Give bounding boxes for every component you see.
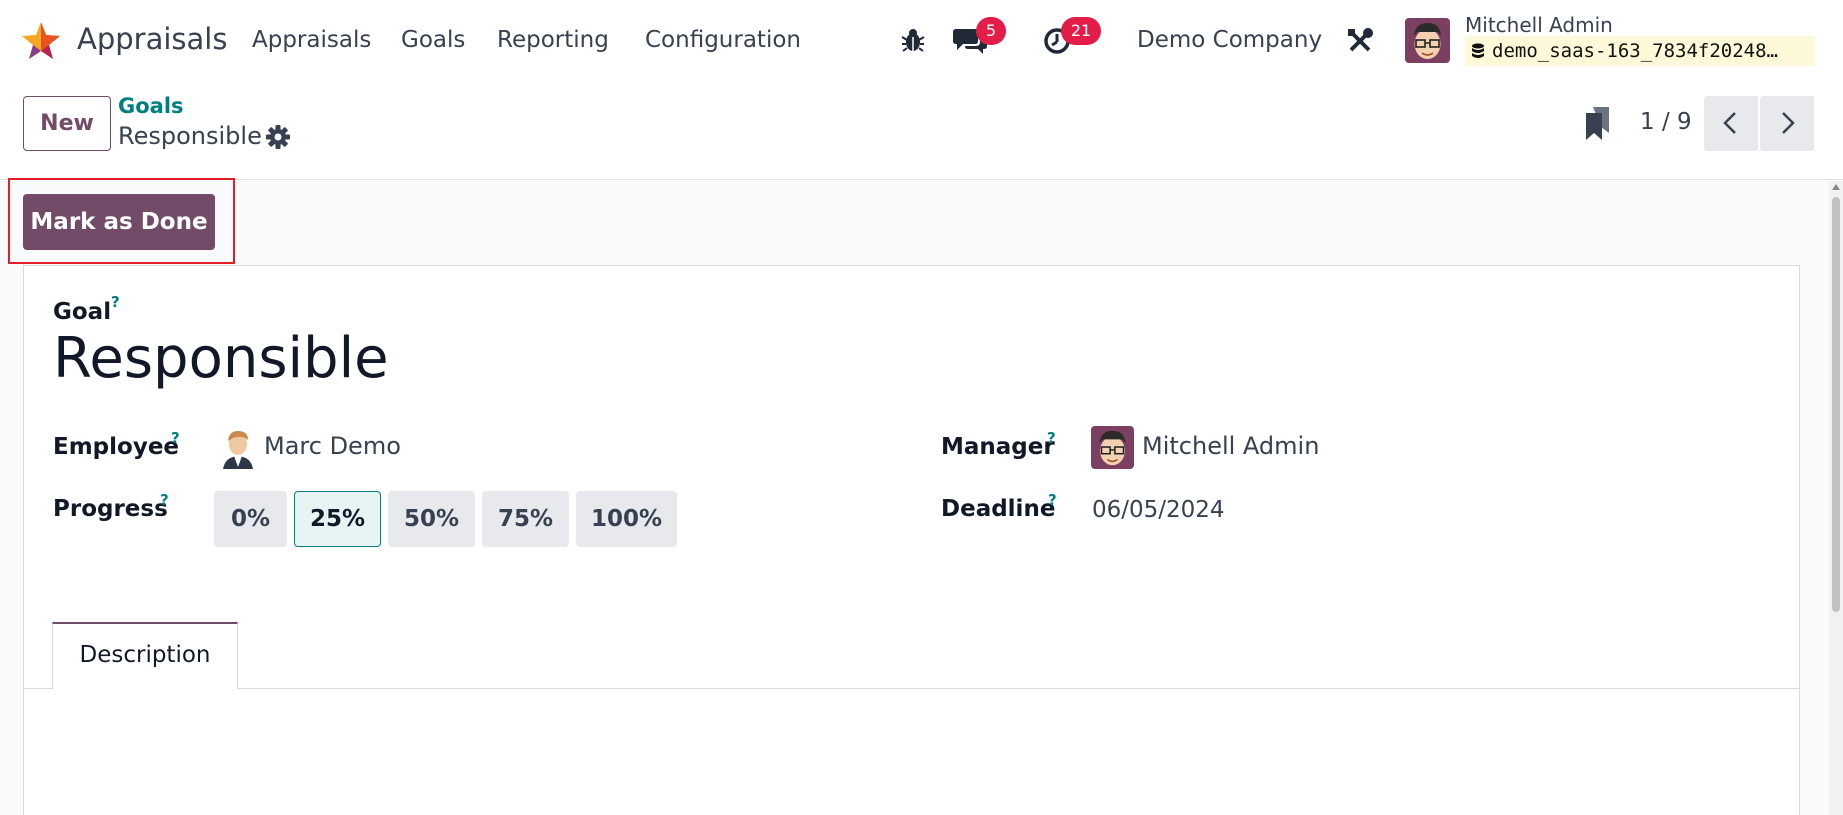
breadcrumb-goals-link[interactable]: Goals — [118, 94, 184, 118]
pager-previous-button[interactable] — [1704, 96, 1758, 151]
goal-title[interactable]: Responsible — [53, 326, 389, 391]
employee-value[interactable]: Marc Demo — [264, 432, 401, 460]
progress-option-25-selected[interactable]: 25% — [294, 491, 381, 547]
progress-option-50[interactable]: 50% — [388, 491, 475, 547]
manager-help-tooltip[interactable]: ? — [1047, 429, 1056, 447]
tabs-divider — [24, 688, 1799, 689]
manager-value[interactable]: Mitchell Admin — [1142, 432, 1319, 460]
goal-help-tooltip[interactable]: ? — [111, 293, 120, 311]
progress-help-tooltip[interactable]: ? — [160, 491, 169, 509]
bookmarks-icon[interactable] — [1585, 107, 1611, 141]
control-panel: New Goals Responsible 1 / 9 — [0, 80, 1843, 180]
employee-avatar — [219, 427, 257, 469]
pager-value[interactable]: 1 / 9 — [1640, 109, 1692, 135]
page-scrollbar[interactable] — [1829, 181, 1843, 815]
new-button[interactable]: New — [23, 96, 111, 151]
deadline-value[interactable]: 06/05/2024 — [1092, 497, 1225, 523]
app-name[interactable]: Appraisals — [77, 22, 227, 56]
employee-help-tooltip[interactable]: ? — [171, 429, 180, 447]
employee-label: Employee — [53, 434, 180, 460]
company-switcher[interactable]: Demo Company — [1137, 27, 1322, 53]
form-sheet: Goal ? Responsible Employee ? Marc Demo … — [23, 265, 1800, 815]
manager-label: Manager — [941, 434, 1055, 460]
developer-tools-icon[interactable] — [1346, 27, 1374, 55]
mark-as-done-button[interactable]: Mark as Done — [23, 194, 215, 250]
gear-icon[interactable] — [265, 124, 291, 150]
user-name[interactable]: Mitchell Admin — [1465, 13, 1613, 37]
messages-count-badge: 5 — [976, 17, 1006, 45]
database-icon — [1472, 43, 1484, 58]
top-navbar: Appraisals Appraisals Goals Reporting Co… — [0, 0, 1843, 80]
chevron-right-icon — [1782, 112, 1795, 134]
pager-next-button[interactable] — [1760, 96, 1814, 151]
menu-appraisals[interactable]: Appraisals — [252, 27, 371, 53]
progress-label: Progress — [53, 496, 168, 522]
deadline-label: Deadline — [941, 496, 1056, 522]
scroll-up-arrow-icon[interactable] — [1832, 184, 1840, 190]
progress-option-100[interactable]: 100% — [576, 491, 677, 547]
debug-bug-icon[interactable] — [900, 27, 926, 53]
user-avatar[interactable] — [1405, 18, 1450, 63]
menu-configuration[interactable]: Configuration — [645, 27, 801, 53]
goal-label: Goal — [53, 299, 112, 325]
chevron-left-icon — [1723, 112, 1736, 134]
database-name: demo_saas-163_7834f20248… — [1492, 40, 1778, 62]
appraisals-app-icon[interactable] — [20, 20, 62, 62]
menu-reporting[interactable]: Reporting — [497, 27, 609, 53]
progress-option-75[interactable]: 75% — [482, 491, 569, 547]
tab-description[interactable]: Description — [52, 622, 238, 689]
menu-goals[interactable]: Goals — [401, 27, 465, 53]
manager-avatar — [1091, 426, 1134, 469]
breadcrumb-current: Responsible — [118, 122, 262, 150]
database-name-badge: demo_saas-163_7834f20248… — [1465, 36, 1815, 66]
activities-count-badge: 21 — [1061, 17, 1101, 45]
scrollbar-thumb[interactable] — [1832, 197, 1840, 612]
progress-option-0[interactable]: 0% — [214, 491, 287, 547]
deadline-help-tooltip[interactable]: ? — [1048, 491, 1057, 509]
